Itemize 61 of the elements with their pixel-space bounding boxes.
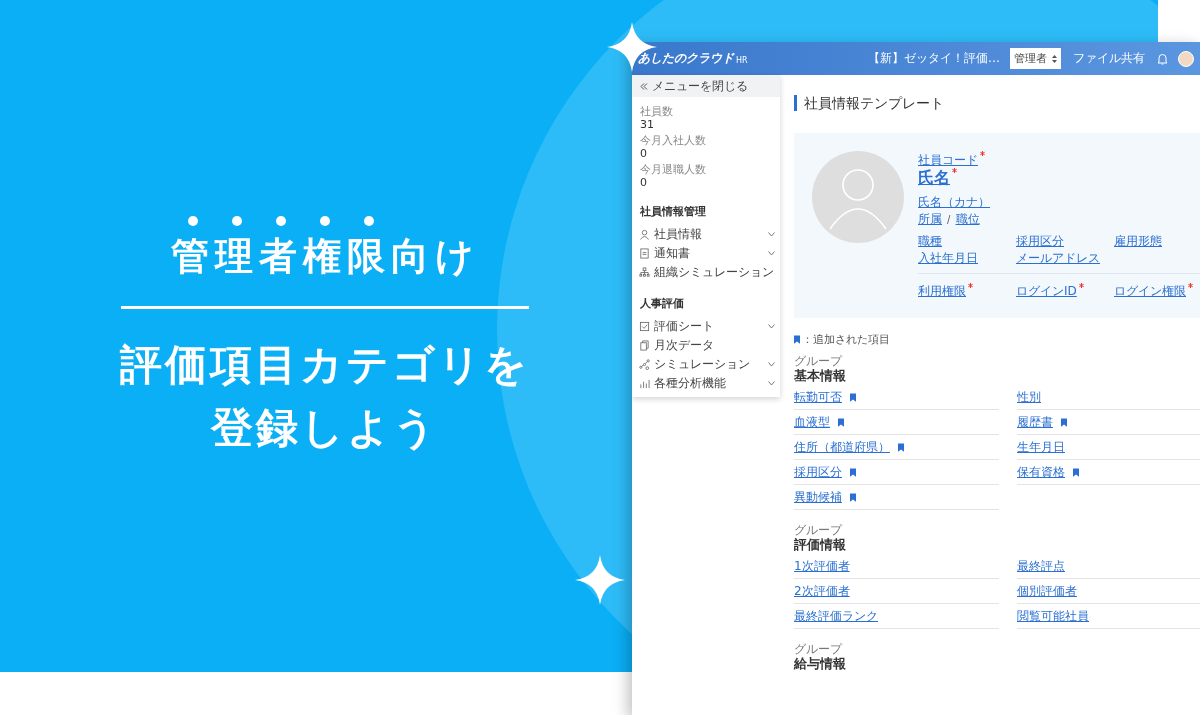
group-title: 評価情報 (794, 536, 847, 554)
group-title: 基本情報 (794, 367, 847, 385)
field-label[interactable]: 1次評価者 (794, 557, 850, 575)
group-title: 給与情報 (794, 655, 847, 673)
field-label[interactable]: ログイン権限 (1114, 284, 1186, 298)
field-label[interactable]: 所属 (918, 212, 942, 226)
group-caption: グループ (794, 355, 844, 367)
group-caption: グループ (794, 524, 844, 536)
field-label[interactable]: 住所（都道府県） (794, 438, 890, 456)
legend-text: ：追加された項目 (802, 332, 890, 347)
headline: 管理者権限向け (170, 233, 480, 280)
section-title: 社員情報管理 (639, 204, 707, 220)
stat-label: 社員数 (640, 105, 674, 118)
field-label[interactable]: 生年月日 (1017, 438, 1065, 456)
menu-item[interactable]: 評価シート (632, 317, 780, 336)
field-label[interactable]: 保有資格 (1017, 463, 1065, 481)
field-label[interactable]: ログインID (1016, 284, 1077, 298)
field-label[interactable]: 職種 (918, 234, 942, 248)
menu-item[interactable]: シミュレーション (632, 355, 780, 374)
stat-label: 今月入社人数 (640, 134, 707, 147)
field-label[interactable]: 利用権限 (918, 284, 966, 298)
field-label[interactable]: 雇用形態 (1114, 234, 1162, 248)
field-label[interactable]: 氏名（カナ） (918, 195, 990, 209)
logo-suffix: HR (736, 56, 748, 65)
stat-value: 31 (640, 118, 655, 132)
stat-label: 今月退職人数 (640, 163, 707, 176)
field-label[interactable]: 最終評点 (1017, 557, 1065, 575)
subheadline: 登録しよう (211, 402, 439, 454)
field-label[interactable]: 性別 (1017, 388, 1041, 406)
file-share-link[interactable]: ファイル共有 (1073, 50, 1145, 67)
menu-item[interactable]: 通知書 (632, 244, 780, 263)
group-caption: グループ (794, 643, 844, 655)
field-label[interactable]: メールアドレス (1016, 251, 1100, 265)
field-label[interactable]: 個別評価者 (1017, 582, 1077, 600)
field-label[interactable]: 血液型 (794, 413, 830, 431)
field-label[interactable]: 社員コード (918, 153, 978, 167)
menu-item[interactable]: 社員情報 (632, 225, 780, 244)
field-label[interactable]: 異動候補 (794, 488, 842, 506)
menu-item[interactable]: 組織シミュレーション (632, 263, 780, 282)
field-label[interactable]: 採用区分 (1016, 234, 1064, 248)
subheadline: 評価項目カテゴリを (120, 339, 530, 391)
separator: / (947, 214, 951, 225)
field-label[interactable]: 入社年月日 (918, 251, 978, 265)
stat-value: 0 (640, 147, 648, 161)
field-label[interactable]: 最終評価ランク (794, 607, 878, 625)
field-label[interactable]: 2次評価者 (794, 582, 850, 600)
field-label[interactable]: 閲覧可能社員 (1017, 607, 1089, 625)
name-label[interactable]: 氏名 (918, 168, 950, 187)
field-label[interactable]: 履歴書 (1017, 413, 1053, 431)
page-title: 社員情報テンプレート (794, 95, 1200, 111)
stat-value: 0 (640, 176, 648, 190)
field-label[interactable]: 転勤可否 (794, 388, 842, 406)
close-menu-button[interactable]: メニューを閉じる (632, 75, 780, 97)
logo[interactable]: あしたのクラウド (638, 50, 734, 67)
notice-link[interactable]: 【新】ゼッタイ！評価… (868, 50, 1000, 67)
menu-item[interactable]: 各種分析機能 (632, 374, 780, 393)
field-label[interactable]: 職位 (955, 212, 980, 226)
section-title: 人事評価 (639, 296, 685, 312)
field-label[interactable]: 採用区分 (794, 463, 842, 481)
role-select[interactable]: 管理者 (1010, 48, 1061, 69)
menu-item[interactable]: 月次データ (632, 336, 780, 355)
